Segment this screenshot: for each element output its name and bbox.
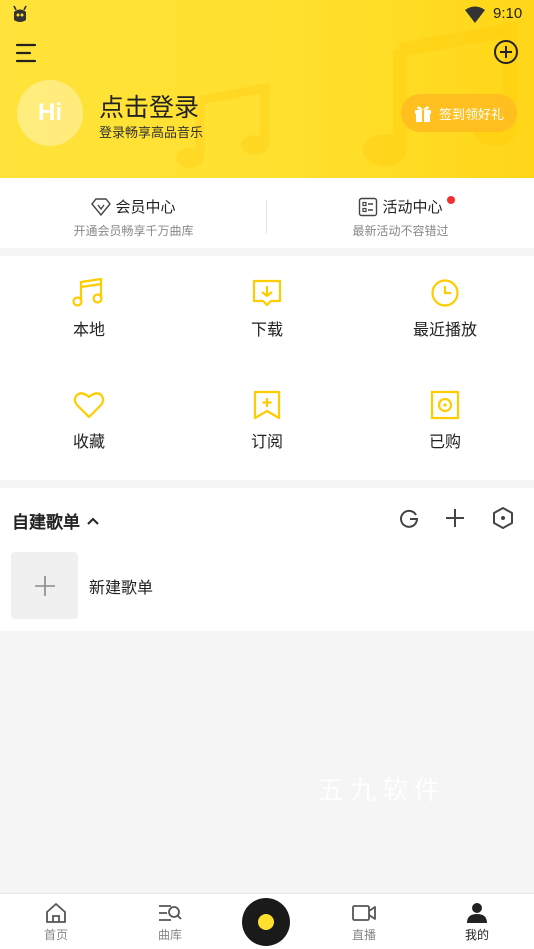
clock-icon (431, 279, 459, 307)
member-row: 会员中心 开通会员畅享千万曲库 活动中心 最新活动不容错过 (0, 178, 534, 248)
playlist-header[interactable]: 自建歌单 (12, 508, 100, 533)
nav-mine[interactable]: 我的 (437, 902, 517, 943)
sign-in-gift-button[interactable]: 签到领好礼 (401, 94, 517, 132)
feature-grid: 本地 下载 最近播放 收藏 订阅 已购 (0, 256, 534, 480)
plus-icon (34, 575, 55, 596)
app-notification-icon (13, 5, 27, 22)
grid-item-label: 最近播放 (412, 320, 477, 339)
nav-mine-label: 我的 (464, 928, 489, 942)
playlist-title: 自建歌单 (12, 513, 80, 533)
vip-center-title: 会员中心 (115, 198, 176, 216)
activity-center-subtitle: 最新活动不容错过 (352, 224, 449, 238)
playlist-section: 自建歌单 新建歌单 (0, 488, 534, 631)
status-bar: 9:10 (0, 0, 534, 30)
library-search-icon (159, 905, 182, 921)
nav-library-label: 曲库 (157, 928, 182, 942)
purchased-icon (430, 390, 460, 420)
menu-icon[interactable] (14, 40, 40, 66)
grid-item-purchased[interactable]: 已购 (356, 390, 534, 490)
status-time: 9:10 (493, 5, 523, 22)
plus-icon[interactable] (443, 506, 467, 530)
vip-center-entry[interactable]: 会员中心 开通会员畅享千万曲库 (0, 178, 267, 248)
video-camera-icon (352, 905, 376, 921)
gift-icon (415, 106, 431, 122)
grid-item-label: 下载 (250, 320, 283, 339)
chevron-up-icon (87, 517, 99, 525)
activity-list-icon (359, 197, 378, 216)
new-playlist-label[interactable]: 新建歌单 (89, 574, 153, 598)
person-icon (467, 903, 487, 923)
avatar[interactable]: Hi (17, 80, 83, 146)
new-playlist-button[interactable] (11, 552, 78, 619)
diamond-icon (91, 197, 112, 216)
grid-item-label: 本地 (72, 320, 105, 339)
nav-home-label: 首页 (43, 928, 68, 942)
refresh-icon[interactable] (397, 506, 421, 530)
bookmark-plus-icon (253, 390, 281, 420)
login-subtitle: 登录畅享高品音乐 (99, 126, 204, 141)
wifi-icon (465, 6, 485, 23)
notification-dot (447, 196, 455, 204)
nav-live-label: 直播 (351, 928, 376, 942)
nav-live[interactable]: 直播 (324, 902, 404, 943)
gift-button-label: 签到领好礼 (439, 107, 505, 123)
player-disc-button[interactable] (242, 898, 290, 946)
grid-item-download[interactable]: 下载 (178, 278, 356, 378)
login-title[interactable]: 点击登录 (99, 88, 199, 124)
music-note-icon (72, 278, 103, 307)
nav-library[interactable]: 曲库 (130, 902, 210, 943)
disc-center-icon (258, 914, 274, 930)
grid-item-local[interactable]: 本地 (0, 278, 178, 378)
grid-item-favorites[interactable]: 收藏 (0, 390, 178, 490)
activity-center-entry[interactable]: 活动中心 最新活动不容错过 (267, 178, 534, 248)
nav-home[interactable]: 首页 (16, 902, 96, 943)
watermark: 五九软件 (318, 776, 447, 806)
grid-item-recent[interactable]: 最近播放 (356, 278, 534, 378)
grid-item-label: 收藏 (72, 432, 105, 451)
grid-item-label: 已购 (428, 432, 461, 451)
activity-center-title: 活动中心 (382, 198, 443, 216)
home-icon (46, 903, 66, 923)
settings-hexagon-icon[interactable] (491, 506, 515, 530)
vip-center-subtitle: 开通会员畅享千万曲库 (73, 224, 194, 238)
grid-item-label: 订阅 (250, 432, 283, 451)
add-circle-icon[interactable] (493, 39, 519, 65)
download-icon (252, 279, 282, 307)
grid-item-subscribe[interactable]: 订阅 (178, 390, 356, 490)
heart-icon (73, 392, 105, 419)
